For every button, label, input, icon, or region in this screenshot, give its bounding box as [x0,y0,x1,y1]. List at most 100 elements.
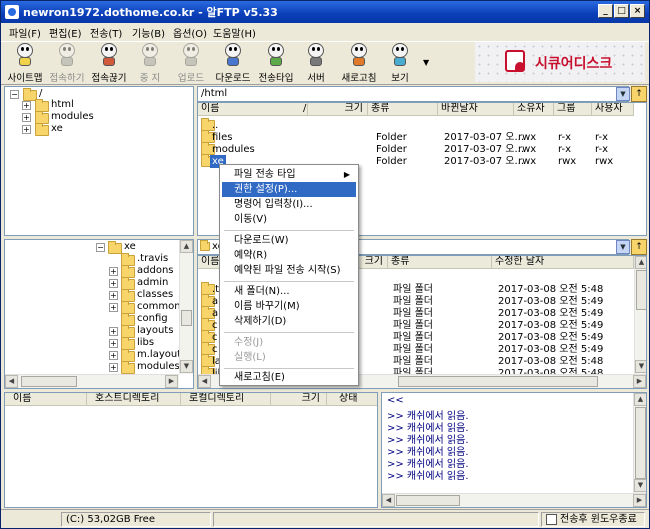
scroll-thumb[interactable] [636,270,646,310]
chevron-down-icon[interactable]: ▼ [616,87,630,101]
tree-item[interactable]: html [51,99,74,110]
parent-folder-button[interactable]: ↑ [631,86,647,102]
scroll-down-icon[interactable]: ▼ [635,360,646,373]
col-type[interactable]: 종류 [388,256,492,269]
sitemap-button[interactable]: 사이트맵 [5,42,45,84]
col-local-dir[interactable]: 로컬디렉토리 [181,393,271,406]
expand-icon[interactable]: + [109,279,118,288]
tree-item[interactable]: admin [137,277,168,288]
scroll-thumb[interactable] [21,376,77,387]
scroll-up-icon[interactable]: ▲ [635,256,646,269]
col-size[interactable]: 크기 [308,103,368,116]
maximize-button[interactable]: □ [614,4,629,18]
expand-icon[interactable]: + [109,339,118,348]
tree-item[interactable]: common [137,301,181,312]
remote-path-input[interactable]: /html [197,86,629,102]
menu-item-edit[interactable]: 수정(J) [222,335,356,350]
view-dropdown-icon[interactable]: ▼ [423,58,429,67]
collapse-icon[interactable]: − [10,90,19,99]
menu-item-run[interactable]: 실행(L) [222,350,356,365]
menu-item-new-folder[interactable]: 새 폴더(N)... [222,284,356,299]
scroll-left-icon[interactable]: ◀ [198,375,211,388]
minimize-button[interactable]: _ [598,4,613,18]
expand-icon[interactable]: + [22,125,31,134]
col-size[interactable]: 크기 [271,393,327,406]
col-group[interactable]: 그룹 [554,103,592,116]
scroll-left-icon[interactable]: ◀ [5,375,18,388]
col-sort[interactable]: / [300,103,308,116]
remote-tree[interactable]: − / + html + modules + xe [4,86,194,236]
upload-button[interactable]: 업로드 [173,42,209,84]
scroll-right-icon[interactable]: ▶ [633,494,646,507]
parent-folder-button[interactable]: ↑ [631,239,647,255]
download-button[interactable]: 다운로드 [213,42,253,84]
expand-icon[interactable]: + [109,291,118,300]
tree-root[interactable]: / [39,88,42,99]
expand-icon[interactable]: + [22,101,31,110]
scroll-down-icon[interactable]: ▼ [634,479,646,492]
scroll-right-icon[interactable]: ▶ [633,375,646,388]
expand-icon[interactable]: + [109,327,118,336]
menu-item-download[interactable]: 다운로드(W) [222,233,356,248]
expand-icon[interactable]: + [109,363,118,372]
menu-item-rename[interactable]: 이름 바꾸기(M) [222,299,356,314]
disconnect-button[interactable]: 접속끊기 [89,42,129,84]
menu-transfer[interactable]: 전송(T) [90,25,122,40]
scroll-thumb[interactable] [635,407,646,479]
transfer-queue[interactable]: 이름 호스트디렉토리 로컬디렉토리 크기 상태 [4,392,378,508]
scroll-up-icon[interactable]: ▲ [180,240,193,253]
expand-icon[interactable]: + [22,113,31,122]
col-owner[interactable]: 소유자 [514,103,554,116]
tree-item[interactable]: modules [137,361,180,372]
col-name[interactable]: 이름 [5,393,87,406]
tree-item[interactable]: xe [51,123,63,134]
menu-item-transfer-type[interactable]: 파일 전송 타입 ▶ [222,167,356,182]
close-button[interactable]: × [630,4,645,18]
expand-icon[interactable]: + [109,351,118,360]
log-vscrollbar[interactable]: ▲ ▼ [633,393,646,493]
menu-item-start-reserved[interactable]: 예약된 파일 전송 시작(S) [222,263,356,278]
expand-icon[interactable]: + [109,267,118,276]
menu-item-move[interactable]: 이동(V) [222,212,356,227]
menu-item-reserve[interactable]: 예약(R) [222,248,356,263]
title-bar[interactable]: newron1972.dothome.co.kr - 알FTP v5.33 _ … [1,1,649,23]
col-user[interactable]: 사용자 [592,103,634,116]
menu-item-command[interactable]: 명령어 입력창(I)... [222,197,356,212]
collapse-icon[interactable]: − [96,243,105,252]
shutdown-option[interactable]: 전송후 윈도우종료 [541,512,645,527]
menu-options[interactable]: 옵션(O) [173,25,207,40]
menu-help[interactable]: 도움말(H) [213,25,256,40]
menu-item-permissions[interactable]: 권한 설정(P)... [222,182,356,197]
col-name[interactable]: 이름 [198,103,308,116]
menu-edit[interactable]: 편집(E) [49,25,82,40]
view-button[interactable]: 보기 [385,42,415,84]
scroll-right-icon[interactable]: ▶ [165,375,178,388]
scroll-thumb[interactable] [398,376,598,387]
scroll-thumb[interactable] [181,310,192,326]
shutdown-checkbox[interactable] [546,514,557,525]
refresh-button[interactable]: 새로고침 [337,42,381,84]
server-button[interactable]: 서버 [301,42,331,84]
menu-function[interactable]: 기능(B) [132,25,165,40]
chevron-down-icon[interactable]: ▼ [616,240,630,254]
tree-item[interactable]: config [137,313,168,324]
tree-root[interactable]: xe [124,241,136,252]
tree-item[interactable]: libs [137,337,154,348]
menu-item-refresh[interactable]: 새로고침(E) [222,370,356,385]
log-pane[interactable]: << >> 캐쉬에서 읽음. >> 캐쉬에서 읽음. >> 캐쉬에서 읽음. >… [381,392,647,508]
expand-icon[interactable]: + [109,303,118,312]
tree-item[interactable]: modules [51,111,94,122]
col-date[interactable]: 바뀐날자 [438,103,514,116]
tree-item[interactable]: addons [137,265,174,276]
menu-file[interactable]: 파일(F) [9,25,41,40]
tree-vscrollbar[interactable]: ▲ ▼ [179,240,193,374]
list-vscrollbar[interactable]: ▲ ▼ [634,256,646,374]
connect-button[interactable]: 접속하기 [47,42,87,84]
menu-item-delete[interactable]: 삭제하기(D) [222,314,356,329]
tree-hscrollbar[interactable]: ◀ ▶ [5,374,179,388]
tree-item[interactable]: classes [137,289,173,300]
tree-item[interactable]: layouts [137,325,173,336]
local-tree[interactable]: − xe .travis + addons + admin + classes … [4,239,194,389]
tree-item[interactable]: .travis [137,253,168,264]
log-hscrollbar[interactable]: ◀ ▶ [382,493,646,507]
